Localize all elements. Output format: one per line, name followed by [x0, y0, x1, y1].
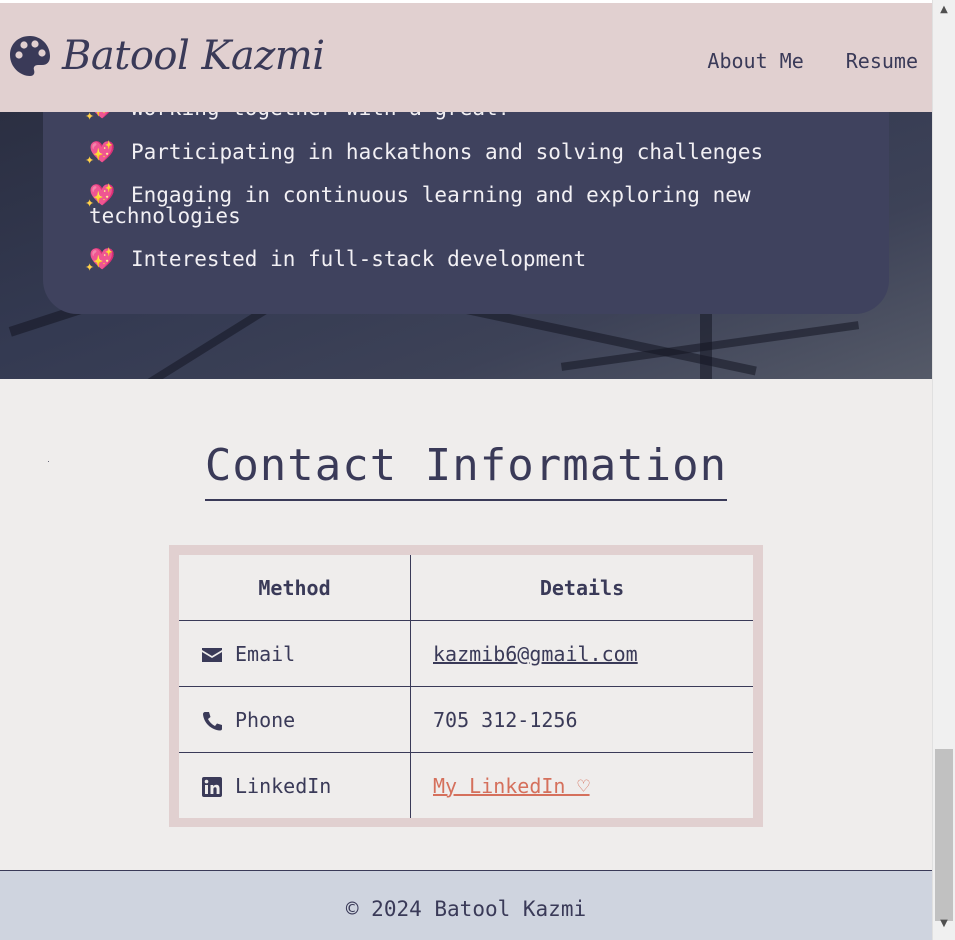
- list-item: 💖Engaging in continuous learning and exp…: [85, 183, 849, 228]
- footer-copyright: © 2024 Batool Kazmi: [345, 897, 587, 921]
- contact-title-text: Contact Information: [204, 440, 728, 501]
- list-item: 💖 Interested in full-stack development: [85, 247, 849, 279]
- linkedin-link[interactable]: My LinkedIn ♡: [433, 774, 590, 798]
- list-item: 💖 Participating in hackathons and solving…: [85, 140, 849, 172]
- envelope-icon: [202, 648, 222, 662]
- brand-name: Batool Kazmi: [62, 33, 325, 79]
- detail-cell: kazmib6@gmail.com: [410, 620, 753, 687]
- phone-icon: [203, 712, 222, 731]
- interests-card: 💖 Working together with a great? 💖 Partici…: [43, 112, 889, 314]
- sparkling-heart-icon: 💖: [85, 185, 115, 215]
- column-header-details: Details: [410, 555, 753, 621]
- sparkling-heart-icon: 💖: [85, 112, 115, 127]
- interest-text: Working together with a great?: [131, 112, 510, 120]
- method-label: Phone: [235, 707, 296, 732]
- detail-cell: My LinkedIn ♡: [411, 753, 754, 819]
- palette-icon: [10, 36, 50, 76]
- interest-text: Interested in full-stack development: [131, 247, 587, 271]
- brand-logo-link[interactable]: Batool Kazmi: [8, 33, 325, 79]
- linkedin-icon: [202, 777, 222, 797]
- phone-number: 705 312-1256: [433, 707, 578, 732]
- sparkling-heart-icon: 💖: [85, 142, 115, 172]
- interests-list: 💖 Working together with a great? 💖 Partici…: [85, 112, 849, 292]
- table-row: LinkedIn My LinkedIn ♡: [179, 752, 754, 819]
- nav-item-about-me[interactable]: About Me: [707, 49, 803, 73]
- detail-cell: 705 312-1256: [410, 686, 753, 753]
- table-row: Email kazmib6@gmail.com: [179, 620, 753, 687]
- page: 💖 Working together with a great? 💖 Partici…: [0, 0, 955, 940]
- scrollbar-thumb[interactable]: [935, 749, 953, 921]
- main-nav: About Me Resume: [707, 49, 918, 73]
- sparkling-heart-icon: 💖: [85, 249, 115, 279]
- contact-table-frame: Method Details Email kazmib6@gmail.com P…: [169, 545, 763, 827]
- column-header-method: Method: [179, 555, 411, 621]
- list-item: 💖 Working together with a great?: [85, 112, 849, 127]
- vertical-scrollbar[interactable]: ▲ ▼: [932, 0, 955, 940]
- method-label: Email: [235, 641, 296, 666]
- nav-item-resume[interactable]: Resume: [846, 49, 918, 73]
- method-label: LinkedIn: [235, 773, 332, 798]
- table-header-row: Method Details: [179, 555, 753, 621]
- method-cell: Phone: [179, 686, 411, 753]
- scroll-down-arrow-icon[interactable]: ▼: [933, 918, 955, 938]
- contact-table: Method Details Email kazmib6@gmail.com P…: [179, 555, 753, 818]
- interest-text: Engaging in continuous learning and expl…: [89, 183, 751, 228]
- email-link[interactable]: kazmib6@gmail.com: [433, 642, 638, 666]
- section-title: Contact Information: [0, 440, 932, 501]
- scroll-up-arrow-icon[interactable]: ▲: [933, 4, 955, 24]
- interest-text: Participating in hackathons and solving …: [131, 140, 764, 164]
- method-cell: Email: [179, 620, 411, 687]
- site-header: Batool Kazmi About Me Resume: [0, 0, 932, 112]
- hero-banner: 💖 Working together with a great? 💖 Partici…: [0, 112, 932, 379]
- table-row: Phone 705 312-1256: [179, 686, 753, 753]
- site-footer: © 2024 Batool Kazmi: [0, 870, 932, 940]
- method-cell: LinkedIn: [179, 752, 411, 818]
